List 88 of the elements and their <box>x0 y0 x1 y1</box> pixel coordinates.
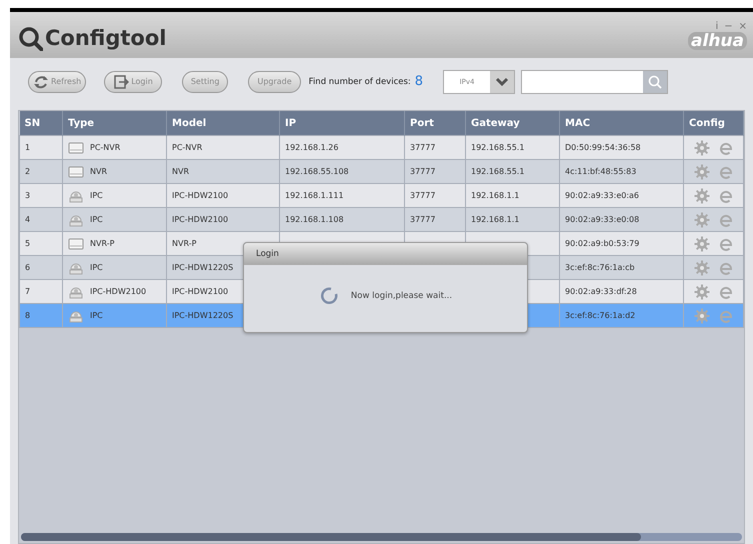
table-cell: IPC-HDW1220S <box>172 311 234 320</box>
table-cell: 37777 <box>410 143 436 152</box>
loading-spinner-icon <box>318 286 339 306</box>
gear-icon[interactable] <box>694 236 710 252</box>
table-row[interactable]: 3 IPC IPC-HDW2100 192.168.1.111 37777 192.168.1.1 90:02:a9:33:e0:a6 <box>20 184 744 208</box>
table-cell: 90:02:a9:33:df:28 <box>565 287 637 296</box>
gear-icon[interactable] <box>694 140 710 156</box>
column-header: SN <box>20 111 62 136</box>
table-cell: 90:02:a9:33:e0:08 <box>565 215 640 224</box>
table-cell: 1 <box>25 143 30 152</box>
table-cell: PC-NVR <box>172 143 202 152</box>
table-cell: IPC-HDW2100 <box>172 287 228 296</box>
table-cell: IPC <box>90 191 103 200</box>
dialog-title: Login <box>244 243 527 265</box>
table-cell: 4c:11:bf:48:55:83 <box>565 167 636 176</box>
table-cell: IPC-HDW2100 <box>172 191 228 200</box>
recorder-icon <box>68 140 84 156</box>
gear-icon[interactable] <box>694 212 710 228</box>
table-cell: 4 <box>25 215 30 224</box>
chevron-down-icon[interactable] <box>495 76 510 87</box>
gear-icon[interactable] <box>694 284 710 300</box>
table-cell: 37777 <box>410 191 436 200</box>
table-cell: 37777 <box>410 167 436 176</box>
table-cell: 90:02:a9:33:e0:a6 <box>565 191 640 200</box>
table-cell: IPC-HDW2100 <box>172 215 228 224</box>
table-cell: 5 <box>25 239 30 248</box>
window-title: Configtool <box>45 26 166 50</box>
table-row[interactable]: 2 NVR NVR 192.168.55.108 37777 192.168.55.1 4c:11:bf:48:55:83 <box>20 160 744 184</box>
table-cell: 90:02:a9:b0:53:79 <box>565 239 640 248</box>
toolbar-button[interactable]: Upgrade <box>248 70 301 92</box>
search-icon <box>648 74 662 88</box>
column-header: Gateway <box>466 111 560 136</box>
table-row[interactable]: 1 PC-NVR PC-NVR 192.168.1.26 37777 192.168.55.1 D0:50:99:54:36:58 <box>20 136 744 160</box>
column-header: MAC <box>560 111 684 136</box>
window-control[interactable]: − <box>724 20 733 32</box>
table-cell: 192.168.1.111 <box>285 191 344 200</box>
gear-icon[interactable] <box>694 260 710 276</box>
table-cell: 3 <box>25 191 30 200</box>
search-field[interactable] <box>521 70 668 94</box>
column-header: Model <box>166 111 280 136</box>
table-cell: 192.168.1.1 <box>471 191 520 200</box>
table-cell: NVR-P <box>172 239 196 248</box>
brand-logo: alhua <box>688 32 747 50</box>
search-button[interactable] <box>643 70 668 92</box>
window-control[interactable]: × <box>738 20 747 32</box>
device-count-label: Find number of devices: <box>308 76 411 86</box>
search-icon <box>18 26 43 50</box>
login-icon <box>113 74 130 90</box>
table-cell: 3c:ef:8c:76:1a:d2 <box>565 311 636 320</box>
table-cell: D0:50:99:54:36:58 <box>565 143 641 152</box>
dialog-message: Now login,please wait... <box>350 291 452 301</box>
gear-icon[interactable] <box>694 164 710 180</box>
table-cell: 37777 <box>410 215 436 224</box>
gear-icon[interactable] <box>694 308 710 324</box>
table-cell: IPC <box>90 311 103 320</box>
refresh-button[interactable]: Refresh <box>28 70 86 92</box>
table-cell: NVR-P <box>90 239 114 248</box>
gear-icon[interactable] <box>694 188 710 204</box>
table-cell: PC-NVR <box>90 143 120 152</box>
table-cell: NVR <box>172 167 190 176</box>
window-control[interactable]: i <box>715 20 718 32</box>
table-cell: IPC <box>90 215 103 224</box>
table-cell: 192.168.55.1 <box>471 143 524 152</box>
table-cell: 192.168.55.1 <box>471 167 524 176</box>
login-button[interactable]: Login <box>104 70 162 92</box>
table-cell: 7 <box>25 287 30 296</box>
recorder-icon <box>68 236 84 252</box>
table-cell: 6 <box>25 263 30 272</box>
table-cell: 8 <box>25 311 30 320</box>
refresh-icon <box>33 74 49 90</box>
device-count: 8 <box>414 74 424 89</box>
table-row[interactable]: 4 IPC IPC-HDW2100 192.168.1.108 37777 192.168.1.1 90:02:a9:33:e0:08 <box>20 208 744 232</box>
table-cell: 192.168.1.26 <box>285 143 338 152</box>
table-cell: 2 <box>25 167 30 176</box>
table-cell: IPC-HDW1220S <box>172 263 234 272</box>
table-cell: 192.168.55.108 <box>285 167 349 176</box>
column-header: Type <box>62 111 166 136</box>
table-cell: IPC-HDW2100 <box>90 287 146 296</box>
table-cell: IPC <box>90 263 103 272</box>
column-header: IP <box>280 111 404 136</box>
toolbar-button[interactable]: Setting <box>182 70 228 92</box>
column-header: Config <box>684 111 744 136</box>
column-header: Port <box>404 111 466 136</box>
table-cell: 192.168.1.108 <box>285 215 344 224</box>
recorder-icon <box>68 164 84 180</box>
table-cell: 192.168.1.1 <box>471 215 520 224</box>
table-cell: 3c:ef:8c:76:1a:cb <box>565 263 635 272</box>
table-cell: NVR <box>90 167 108 176</box>
